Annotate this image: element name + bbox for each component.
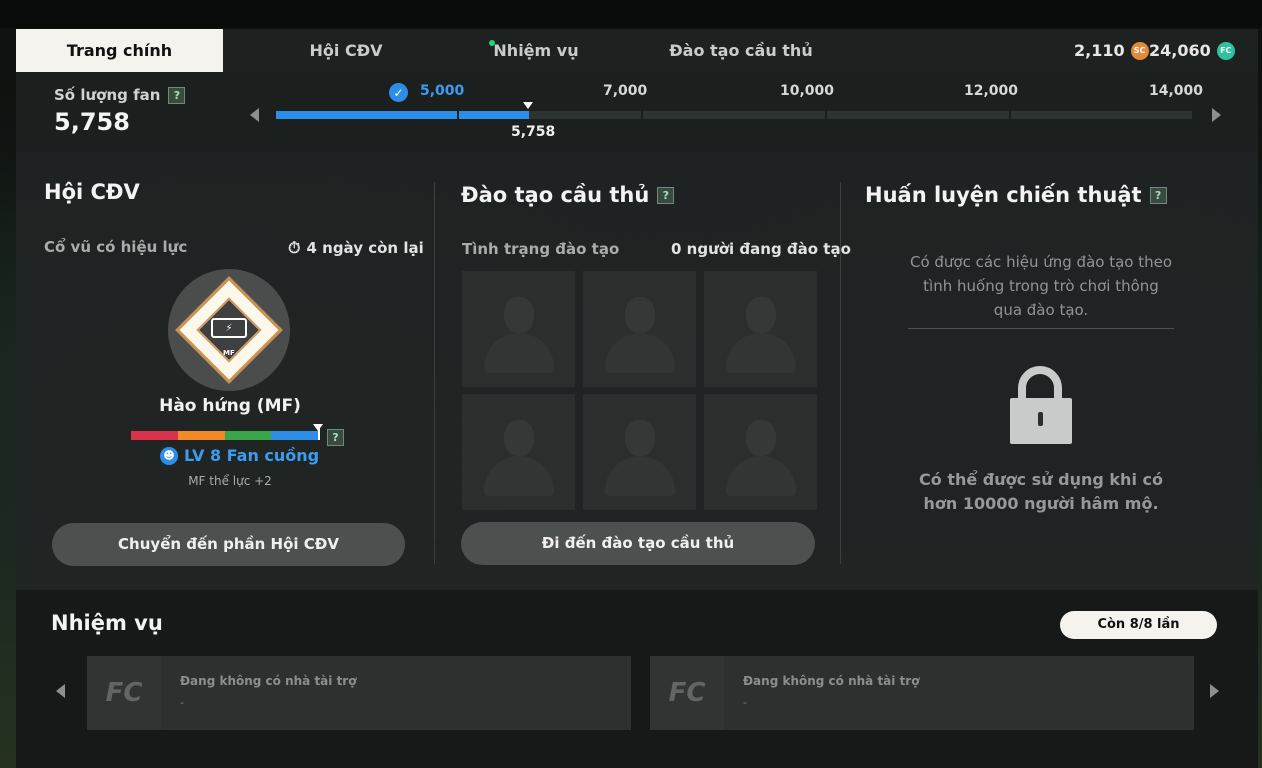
missions-next-arrow-icon[interactable] xyxy=(1210,684,1219,698)
player-silhouette-icon xyxy=(504,420,534,456)
level-effect: MF thể lực +2 xyxy=(188,474,272,488)
fc-amount: 24,060 xyxy=(1149,41,1211,60)
current-fan-pointer-icon xyxy=(523,102,533,109)
missions-remaining-badge: Còn 8/8 lần xyxy=(1060,611,1217,639)
fan-progress-fill-2 xyxy=(459,111,529,119)
milestone-14000: 14,000 xyxy=(1149,83,1204,99)
top-strip xyxy=(0,0,1262,28)
fan-count-strip: Số lượng fan ? 5,758 ✓ 5,000 7,000 10,00… xyxy=(16,72,1258,152)
training-status-label: Tình trạng đào tạo xyxy=(462,240,620,258)
tab-home[interactable]: Trang chính xyxy=(16,29,223,72)
time-left-text: 4 ngày còn lại xyxy=(306,239,424,257)
milestone-7000: 7,000 xyxy=(603,83,648,99)
missions-prev-arrow-icon[interactable] xyxy=(56,684,65,698)
player-silhouette-icon xyxy=(504,297,534,333)
fan-level-text: LV 8 Fan cuồng xyxy=(184,446,320,465)
fc-logo-icon: FC xyxy=(650,656,724,730)
training-count: 0 người đang đào tạo xyxy=(671,240,851,258)
player-silhouette-icon xyxy=(746,420,776,456)
fan-prev-arrow-icon[interactable] xyxy=(250,108,259,122)
training-title: Đào tạo cầu thủ ? xyxy=(461,183,675,207)
go-to-fan-club-button[interactable]: Chuyển đến phần Hội CĐV xyxy=(52,523,405,566)
sc-amount: 2,110 xyxy=(1074,41,1125,60)
fan-count-label: Số lượng fan ? xyxy=(54,86,186,104)
training-slot[interactable] xyxy=(704,394,817,510)
level-bar-orange xyxy=(178,431,225,440)
tactics-help-icon[interactable]: ? xyxy=(1149,186,1167,204)
cheer-badge[interactable]: ⚡ MF xyxy=(168,269,290,391)
tab-bar: Trang chính Hội CĐV Nhiệm vụ Đào tạo cầu… xyxy=(16,29,1258,72)
smile-icon: ☻ xyxy=(160,446,178,465)
player-silhouette-icon xyxy=(625,297,655,333)
milestone-12000: 12,000 xyxy=(964,83,1019,99)
fan-help-icon[interactable]: ? xyxy=(168,86,186,104)
active-cheer-label: Cổ vũ có hiệu lực xyxy=(44,238,188,256)
fc-coin-icon: FC xyxy=(1216,41,1235,60)
milestone-10000: 10,000 xyxy=(780,83,835,99)
go-to-training-button[interactable]: Đi đến đào tạo cầu thủ xyxy=(461,522,815,565)
sc-currency: 2,110 SC xyxy=(1074,29,1149,72)
tab-missions-label: Nhiệm vụ xyxy=(493,41,579,60)
level-help-icon[interactable]: ? xyxy=(327,429,344,446)
tactics-locked-note: Có thể được sử dụng khi có hơn 10000 ngư… xyxy=(919,470,1163,513)
mission-card-text: Đang không có nhà tài trợ xyxy=(743,674,920,688)
training-slot[interactable] xyxy=(704,271,817,387)
player-silhouette-icon xyxy=(625,420,655,456)
level-bar-green xyxy=(225,431,271,440)
milestone-reached-check-icon: ✓ xyxy=(389,83,408,102)
fan-progress-fill-1 xyxy=(276,111,457,119)
fan-count-value: 5,758 xyxy=(54,108,130,136)
training-slot[interactable] xyxy=(462,394,575,510)
time-left: ⏱ 4 ngày còn lại xyxy=(288,238,424,258)
fc-currency: 24,060 FC xyxy=(1149,29,1235,72)
current-fan-label: 5,758 xyxy=(511,124,556,140)
mission-card[interactable]: FC Đang không có nhà tài trợ - xyxy=(650,656,1194,730)
tactics-separator xyxy=(908,328,1174,329)
badge-name: Hào hứng (MF) xyxy=(159,396,301,416)
training-slot[interactable] xyxy=(583,271,696,387)
level-bar-red xyxy=(131,431,178,440)
tab-missions[interactable]: Nhiệm vụ xyxy=(476,29,596,72)
training-title-text: Đào tạo cầu thủ xyxy=(461,183,650,207)
milestone-5000: 5,000 xyxy=(420,83,465,99)
emblem-tag: MF xyxy=(223,349,235,357)
mission-card-sub: - xyxy=(180,696,184,709)
tactics-title-text: Huấn luyện chiến thuật xyxy=(865,183,1142,207)
level-bar-blue xyxy=(271,431,318,440)
tactics-title: Huấn luyện chiến thuật ? xyxy=(865,183,1167,207)
fc-logo-icon: FC xyxy=(87,656,161,730)
training-help-icon[interactable]: ? xyxy=(657,186,675,204)
player-silhouette-icon xyxy=(746,297,776,333)
fan-level: ☻ LV 8 Fan cuồng xyxy=(160,446,319,465)
training-slot[interactable] xyxy=(583,394,696,510)
missions-title: Nhiệm vụ xyxy=(51,611,163,635)
mission-card-sub: - xyxy=(743,696,747,709)
tab-fan-club[interactable]: Hội CĐV xyxy=(276,29,416,72)
tactics-description: Có được các hiệu ứng đào tạo theo tình h… xyxy=(909,253,1173,319)
lock-body xyxy=(1010,398,1072,444)
battery-bolt-icon: ⚡ xyxy=(211,318,247,338)
fan-count-label-text: Số lượng fan xyxy=(54,86,161,104)
fan-club-title: Hội CĐV xyxy=(44,180,140,204)
column-divider xyxy=(434,182,435,564)
mission-card-text: Đang không có nhà tài trợ xyxy=(180,674,357,688)
stopwatch-icon: ⏱ xyxy=(288,238,301,257)
tab-player-training[interactable]: Đào tạo cầu thủ xyxy=(656,29,826,72)
notification-dot xyxy=(489,40,495,46)
training-slot[interactable] xyxy=(462,271,575,387)
sc-coin-icon: SC xyxy=(1130,41,1149,60)
fan-next-arrow-icon[interactable] xyxy=(1212,108,1221,122)
mission-card[interactable]: FC Đang không có nhà tài trợ - xyxy=(87,656,631,730)
